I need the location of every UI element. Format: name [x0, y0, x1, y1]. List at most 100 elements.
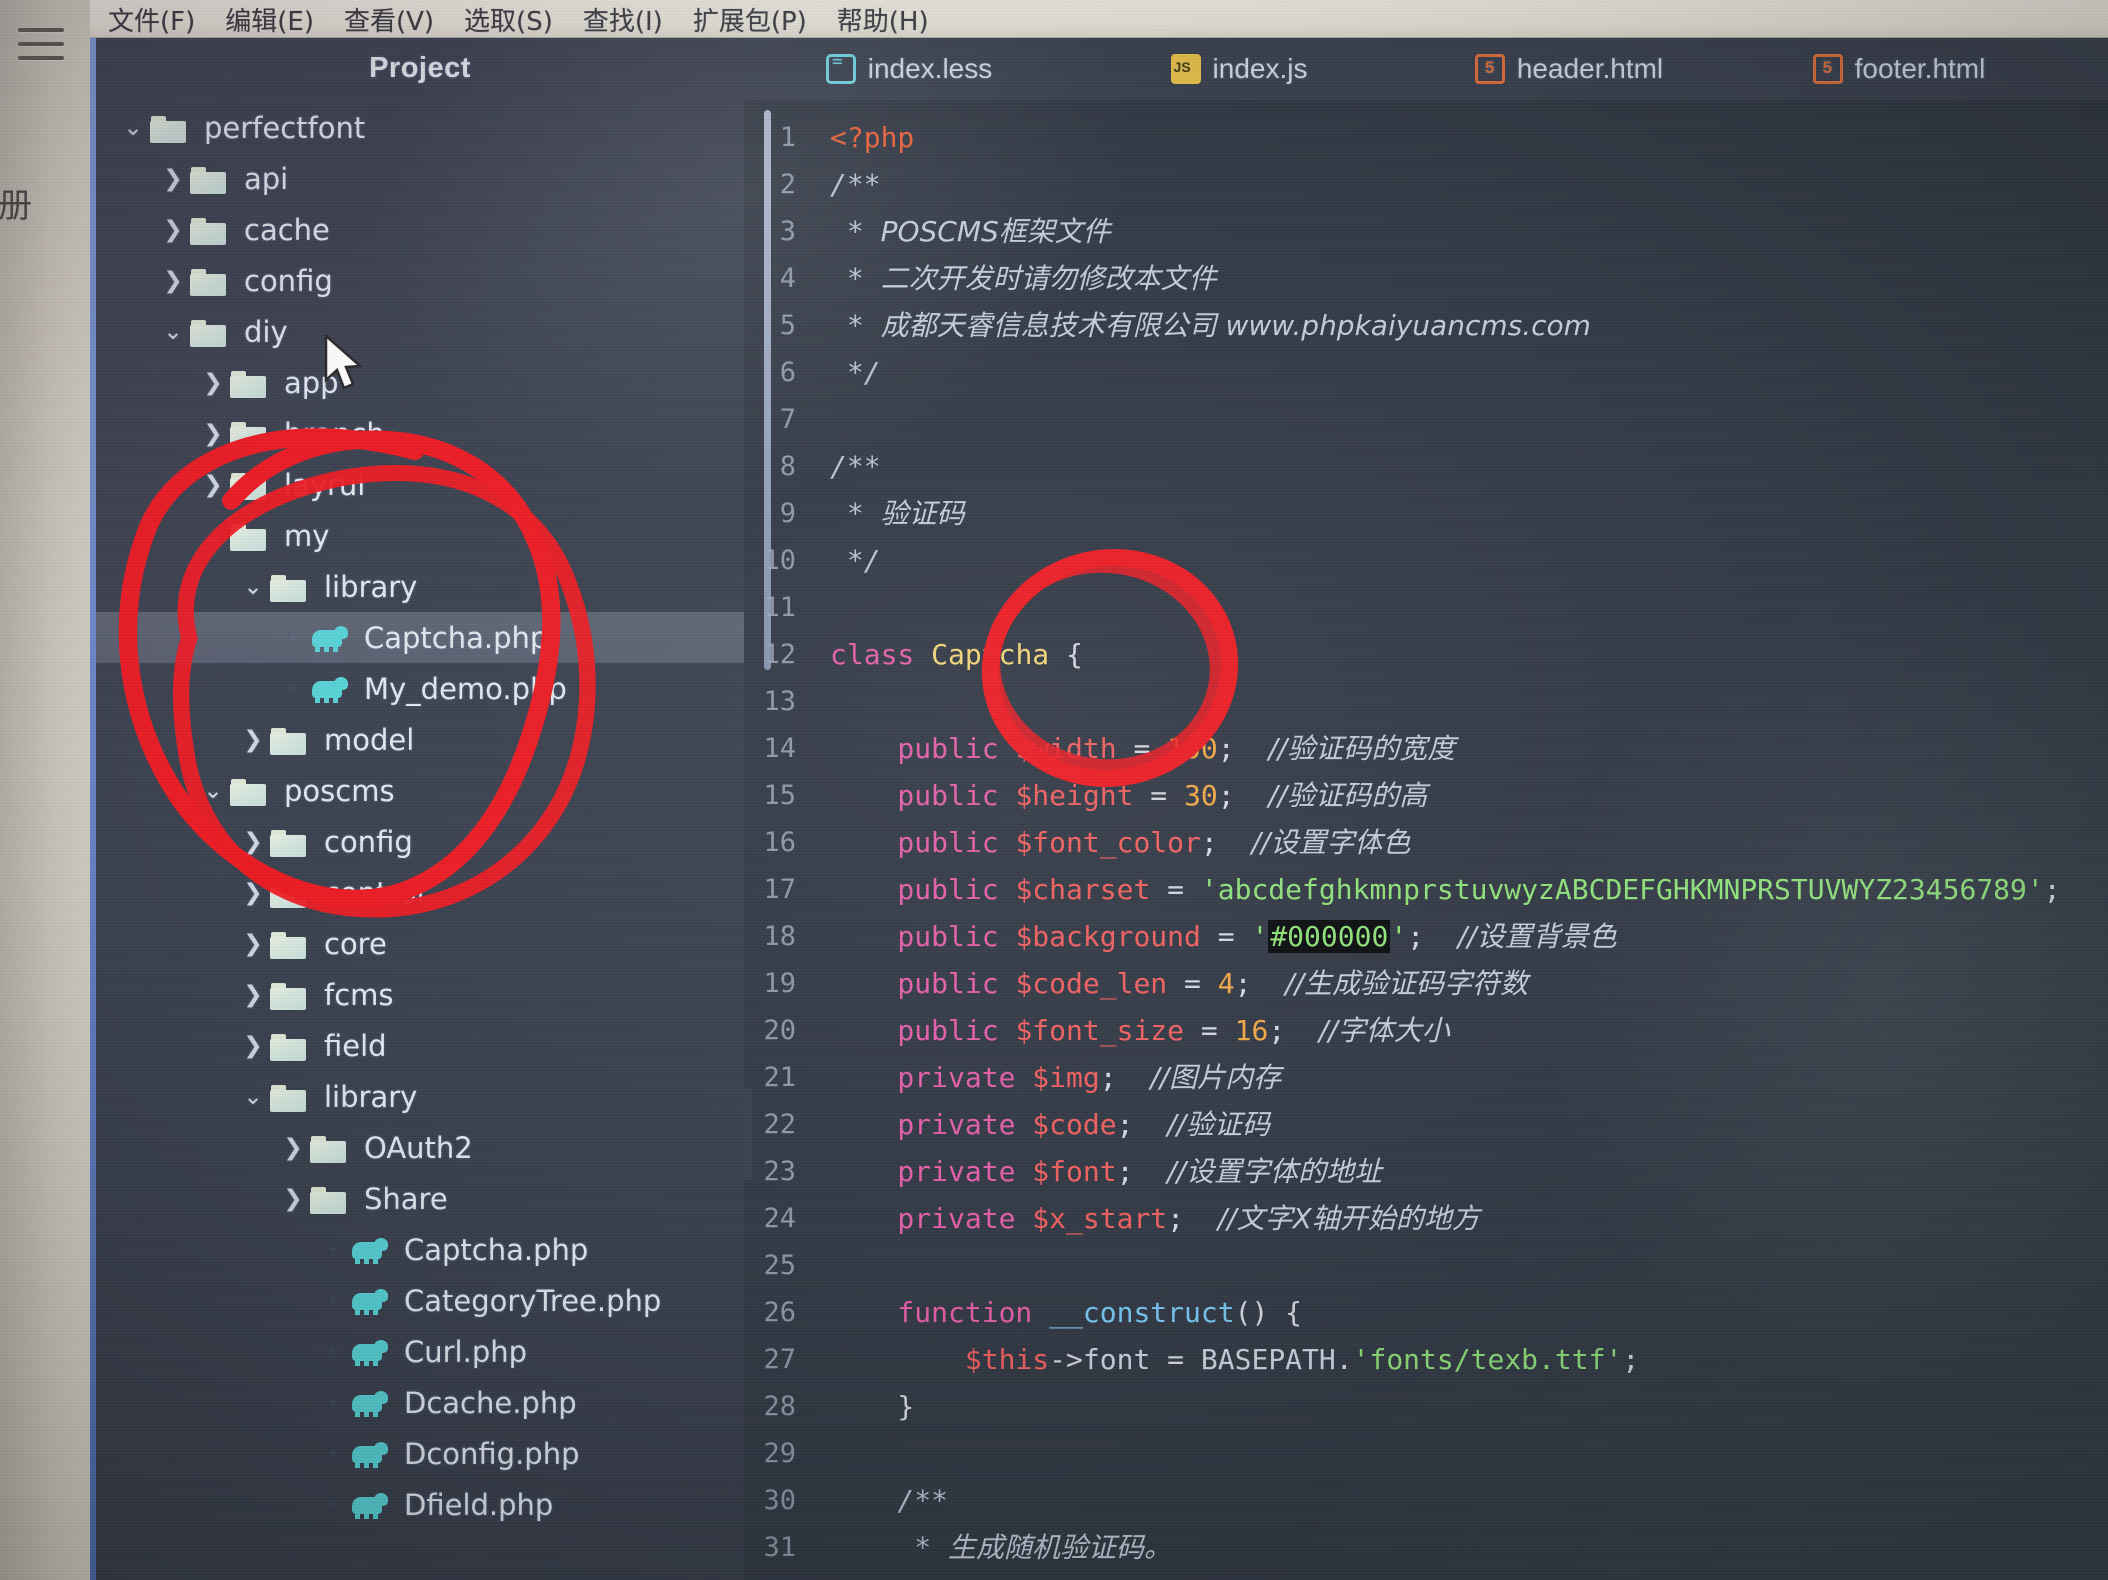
- code-line[interactable]: 10 */: [744, 537, 2108, 584]
- chevron-right-icon[interactable]: ❯: [158, 268, 188, 294]
- tree-item-library[interactable]: ⌄ library: [96, 1071, 744, 1122]
- vertical-scroll-indicator[interactable]: [764, 110, 771, 670]
- chevron-right-icon[interactable]: ❯: [198, 472, 228, 498]
- tab-header-html[interactable]: header.html: [1404, 38, 1734, 100]
- tab-index-less[interactable]: index.less: [744, 38, 1074, 100]
- chevron-down-icon[interactable]: ⌄: [198, 523, 228, 549]
- code-line[interactable]: 31 * 生成随机验证码。: [744, 1524, 2108, 1571]
- code-line[interactable]: 21 private $img; //图片内存: [744, 1054, 2108, 1101]
- code-line[interactable]: 23 private $font; //设置字体的地址: [744, 1148, 2108, 1195]
- code-line[interactable]: 15 public $height = 30; //验证码的高: [744, 772, 2108, 819]
- tree-item-oauth2[interactable]: ❯ OAuth2: [96, 1122, 744, 1173]
- tree-item-control[interactable]: ❯ control: [96, 867, 744, 918]
- tree-item-captcha-php[interactable]: · Captcha.php: [96, 612, 744, 663]
- menu-plugins[interactable]: 扩展包(P): [693, 1, 807, 38]
- chevron-right-icon[interactable]: ❯: [198, 421, 228, 447]
- code-token: =: [1167, 967, 1218, 1000]
- chevron-right-icon[interactable]: ❯: [238, 880, 268, 906]
- code-line[interactable]: 2 /**: [744, 161, 2108, 208]
- chevron-down-icon[interactable]: ⌄: [118, 115, 148, 141]
- code-line[interactable]: 9 * 验证码: [744, 490, 2108, 537]
- tree-item-share[interactable]: ❯ Share: [96, 1173, 744, 1224]
- tree-item-curl-php[interactable]: · Curl.php: [96, 1326, 744, 1377]
- tree-item-api[interactable]: ❯ api: [96, 153, 744, 204]
- menu-find[interactable]: 查找(I): [583, 1, 663, 38]
- chevron-right-icon[interactable]: ❯: [238, 931, 268, 957]
- code-line[interactable]: 11: [744, 584, 2108, 631]
- chevron-right-icon[interactable]: ❯: [278, 1135, 308, 1161]
- folder-icon: [150, 112, 190, 143]
- code-line[interactable]: 3 * POSCMS框架文件: [744, 208, 2108, 255]
- code-line[interactable]: 29: [744, 1430, 2108, 1477]
- chevron-right-icon[interactable]: ❯: [198, 370, 228, 396]
- chevron-right-icon[interactable]: ❯: [238, 982, 268, 1008]
- tree-item-perfectfont[interactable]: ⌄ perfectfont: [96, 102, 744, 153]
- chevron-right-icon[interactable]: ❯: [158, 217, 188, 243]
- code-line[interactable]: 24 private $x_start; //文字X轴开始的地方: [744, 1195, 2108, 1242]
- code-line[interactable]: 5 * 成都天睿信息技术有限公司 www.phpkaiyuancms.com: [744, 302, 2108, 349]
- chevron-down-icon[interactable]: ⌄: [238, 1084, 268, 1110]
- code-line[interactable]: 13: [744, 678, 2108, 725]
- chevron-down-icon[interactable]: ⌄: [158, 319, 188, 345]
- tree-item-captcha-php[interactable]: · Captcha.php: [96, 1224, 744, 1275]
- code-line[interactable]: 16 public $font_color; //设置字体色: [744, 819, 2108, 866]
- chevron-down-icon[interactable]: ⌄: [238, 574, 268, 600]
- code-line[interactable]: 27 $this->font = BASEPATH.'fonts/texb.tt…: [744, 1336, 2108, 1383]
- tree-item-config[interactable]: ❯ config: [96, 816, 744, 867]
- tree-item-library[interactable]: ⌄ library: [96, 561, 744, 612]
- tree-item-field[interactable]: ❯ field: [96, 1020, 744, 1071]
- code-line[interactable]: 32 */: [744, 1571, 2108, 1580]
- code-line[interactable]: 7: [744, 396, 2108, 443]
- chevron-right-icon[interactable]: ❯: [238, 829, 268, 855]
- menu-file[interactable]: 文件(F): [108, 1, 195, 38]
- code-line[interactable]: 26 function __construct() {: [744, 1289, 2108, 1336]
- tree-item-categorytree-php[interactable]: · CategoryTree.php: [96, 1275, 744, 1326]
- code-line[interactable]: 25: [744, 1242, 2108, 1289]
- code-content[interactable]: 1 <?php 2/** 3 * POSCMS框架文件 4 * 二次开发时请勿修改本文件…: [744, 100, 2108, 1580]
- code-line[interactable]: 14 public $width = 100; //验证码的宽度: [744, 725, 2108, 772]
- menu-view[interactable]: 查看(V): [344, 1, 434, 38]
- tree-item-app[interactable]: ❯ app: [96, 357, 744, 408]
- sidebar-collapse-button[interactable]: ❮: [744, 1088, 752, 1180]
- code-line[interactable]: 19 public $code_len = 4; //生成验证码字符数: [744, 960, 2108, 1007]
- hamburger-menu-icon[interactable]: [18, 28, 64, 62]
- tree-item-branch[interactable]: ❯ branch: [96, 408, 744, 459]
- code-line[interactable]: 12 class Captcha {: [744, 631, 2108, 678]
- project-file-tree[interactable]: ⌄ perfectfont ❯ api ❯ cache ❯ config ⌄ diy ❯ app ❯ br…: [96, 98, 744, 1530]
- code-line[interactable]: 4 * 二次开发时请勿修改本文件: [744, 255, 2108, 302]
- line-number: 24: [763, 1203, 796, 1234]
- tree-item-dcache-php[interactable]: · Dcache.php: [96, 1377, 744, 1428]
- tree-item-config[interactable]: ❯ config: [96, 255, 744, 306]
- tree-item-my[interactable]: ⌄ my: [96, 510, 744, 561]
- tree-item-model[interactable]: ❯ model: [96, 714, 744, 765]
- tab-footer-html[interactable]: footer.html: [1734, 38, 2064, 100]
- code-line[interactable]: 22 private $code; //验证码: [744, 1101, 2108, 1148]
- tree-item-poscms[interactable]: ⌄ poscms: [96, 765, 744, 816]
- chevron-right-icon[interactable]: ❯: [238, 1033, 268, 1059]
- code-line[interactable]: 28 }: [744, 1383, 2108, 1430]
- code-line[interactable]: 20 public $font_size = 16; //字体大小: [744, 1007, 2108, 1054]
- menu-select[interactable]: 选取(S): [464, 1, 553, 38]
- chevron-right-icon[interactable]: ❯: [158, 166, 188, 192]
- chevron-down-icon[interactable]: ⌄: [198, 778, 228, 804]
- code-line[interactable]: 30 /**: [744, 1477, 2108, 1524]
- tree-item-label: poscms: [284, 773, 395, 808]
- code-line[interactable]: 6 */: [744, 349, 2108, 396]
- tree-item-my-demo-php[interactable]: · My_demo.php: [96, 663, 744, 714]
- tab-index-js[interactable]: index.js: [1074, 38, 1404, 100]
- tree-item-core[interactable]: ❯ core: [96, 918, 744, 969]
- code-line[interactable]: 8 /**: [744, 443, 2108, 490]
- tree-item-fcms[interactable]: ❯ fcms: [96, 969, 744, 1020]
- code-line[interactable]: 18 public $background = '#000000'; //设置背…: [744, 913, 2108, 960]
- tree-item-cache[interactable]: ❯ cache: [96, 204, 744, 255]
- tree-item-diy[interactable]: ⌄ diy: [96, 306, 744, 357]
- code-line[interactable]: 17 public $charset = 'abcdefghkmnprstuvw…: [744, 866, 2108, 913]
- tree-item-layrui[interactable]: ❯ layrui: [96, 459, 744, 510]
- tree-item-dfield-php[interactable]: · Dfield.php: [96, 1479, 744, 1530]
- menu-help[interactable]: 帮助(H): [837, 1, 929, 38]
- tree-item-dconfig-php[interactable]: · Dconfig.php: [96, 1428, 744, 1479]
- code-line[interactable]: 1 <?php: [744, 114, 2108, 161]
- chevron-right-icon[interactable]: ❯: [278, 1186, 308, 1212]
- chevron-right-icon[interactable]: ❯: [238, 727, 268, 753]
- menu-edit[interactable]: 编辑(E): [225, 1, 314, 38]
